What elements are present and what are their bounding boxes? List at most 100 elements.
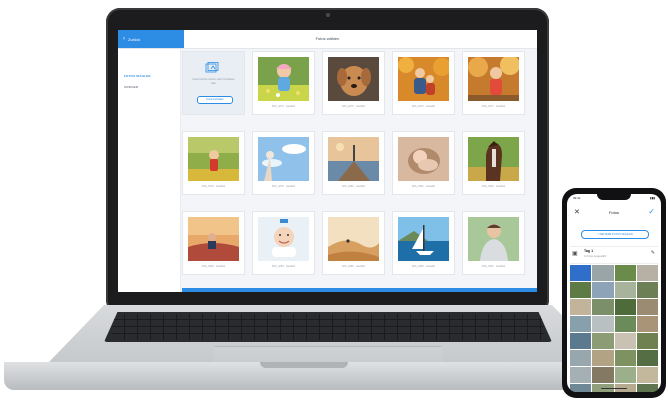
sidebar-item-ordner[interactable]: ORDNER bbox=[124, 85, 138, 89]
photo-thumbnail[interactable] bbox=[258, 217, 309, 261]
phone-photo-thumbnail[interactable] bbox=[570, 367, 592, 383]
photo-caption: IMG_0281 · Gewählt bbox=[411, 185, 436, 188]
laptop-screen: ‹ Zurück Fotos wählen FOTOS WÄHLEN ORDNE… bbox=[118, 30, 537, 292]
phone-photo-thumbnail[interactable] bbox=[592, 282, 614, 298]
phone-photo-thumbnail[interactable] bbox=[614, 316, 636, 332]
phone-photo-thumbnail[interactable] bbox=[570, 299, 592, 315]
phone: 09:41 ▮▮▮ ✕ Fotos ✓ + WEITERE FOTOS WÄHL… bbox=[562, 188, 666, 398]
photo-thumbnail[interactable] bbox=[258, 137, 309, 181]
photo-thumbnail[interactable] bbox=[468, 217, 519, 261]
status-time: 09:41 bbox=[573, 196, 581, 200]
photo-thumbnail[interactable] bbox=[468, 57, 519, 101]
phone-photo-thumbnail[interactable] bbox=[592, 316, 614, 332]
phone-photo-thumbnail[interactable] bbox=[636, 350, 658, 366]
phone-status-bar: 09:41 ▮▮▮ bbox=[567, 196, 661, 202]
phone-photo-thumbnail[interactable] bbox=[636, 367, 658, 383]
photo-caption: IMG_0287 · Gewählt bbox=[481, 265, 506, 268]
photo-thumbnail[interactable] bbox=[328, 217, 379, 261]
phone-photo-thumbnail[interactable] bbox=[592, 299, 614, 315]
phone-photo-thumbnail[interactable] bbox=[614, 367, 636, 383]
upload-or: oder bbox=[210, 81, 217, 85]
photo-tile[interactable]: IMG_0278 · Gewählt bbox=[182, 131, 245, 195]
album-subtitle: 12 Fotos ausgewählt bbox=[584, 255, 607, 258]
phone-photo-thumbnail[interactable] bbox=[570, 384, 592, 392]
phone-photo-thumbnail[interactable] bbox=[592, 350, 614, 366]
phone-photo-thumbnail[interactable] bbox=[570, 316, 592, 332]
phone-photo-thumbnail[interactable] bbox=[636, 333, 658, 349]
keyboard bbox=[104, 312, 552, 342]
photo-thumbnail[interactable] bbox=[398, 217, 449, 261]
photo-tile[interactable]: IMG_0275 · Gewählt bbox=[322, 51, 385, 115]
phone-photo-thumbnail[interactable] bbox=[614, 265, 636, 281]
upload-photos-icon bbox=[205, 62, 219, 73]
phone-photo-thumbnail[interactable] bbox=[614, 333, 636, 349]
photo-caption: IMG_0280 · Gewählt bbox=[341, 185, 366, 188]
add-photos-button[interactable]: + WEITERE FOTOS WÄHLEN bbox=[581, 230, 649, 239]
page-title: Fotos wählen bbox=[315, 36, 340, 41]
phone-photo-thumbnail[interactable] bbox=[636, 384, 658, 392]
photo-tile[interactable]: IMG_0277 · Gewählt bbox=[462, 51, 525, 115]
photo-caption: IMG_0277 · Gewählt bbox=[481, 105, 506, 108]
laptop-lip bbox=[260, 362, 348, 368]
status-icons: ▮▮▮ bbox=[650, 196, 655, 200]
photo-tile[interactable]: IMG_0279 · Gewählt bbox=[252, 131, 315, 195]
phone-nav: ✕ Fotos ✓ bbox=[567, 206, 661, 220]
photo-grid: Fotos hierher ziehen oder hochladen oder F… bbox=[182, 51, 534, 291]
phone-photo-thumbnail[interactable] bbox=[592, 333, 614, 349]
photo-caption: IMG_0276 · Gewählt bbox=[411, 105, 436, 108]
upload-button[interactable]: Fotos hochladen bbox=[197, 96, 233, 104]
photo-caption: IMG_0275 · Gewählt bbox=[341, 105, 366, 108]
photo-tile[interactable]: IMG_0284 · Gewählt bbox=[252, 211, 315, 275]
phone-photo-thumbnail[interactable] bbox=[614, 299, 636, 315]
phone-photo-thumbnail[interactable] bbox=[614, 282, 636, 298]
upload-tile[interactable]: Fotos hierher ziehen oder hochladen oder F… bbox=[182, 51, 245, 115]
photo-thumbnail[interactable] bbox=[468, 137, 519, 181]
confirm-check-icon[interactable]: ✓ bbox=[648, 207, 655, 216]
folder-icon: ▣ bbox=[572, 251, 578, 257]
laptop-lid: ‹ Zurück Fotos wählen FOTOS WÄHLEN ORDNE… bbox=[106, 8, 549, 314]
home-indicator bbox=[601, 387, 627, 389]
photo-caption: IMG_0278 · Gewählt bbox=[201, 185, 226, 188]
photo-thumbnail[interactable] bbox=[398, 137, 449, 181]
photo-tile[interactable]: IMG_0282 · Gewählt bbox=[462, 131, 525, 195]
phone-screen: 09:41 ▮▮▮ ✕ Fotos ✓ + WEITERE FOTOS WÄHL… bbox=[567, 194, 661, 392]
phone-photo-thumbnail[interactable] bbox=[636, 316, 658, 332]
phone-photo-thumbnail[interactable] bbox=[570, 282, 592, 298]
phone-photo-thumbnail[interactable] bbox=[570, 350, 592, 366]
phone-photo-thumbnail[interactable] bbox=[614, 350, 636, 366]
phone-photo-thumbnail[interactable] bbox=[570, 333, 592, 349]
photo-tile[interactable]: IMG_0286 · Gewählt bbox=[392, 211, 455, 275]
photo-thumbnail[interactable] bbox=[328, 137, 379, 181]
app-header: ‹ Zurück Fotos wählen bbox=[118, 30, 537, 49]
photo-caption: IMG_0286 · Gewählt bbox=[411, 265, 436, 268]
phone-photo-grid bbox=[570, 265, 658, 392]
photo-caption: IMG_0284 · Gewählt bbox=[271, 265, 296, 268]
phone-photo-thumbnail[interactable] bbox=[570, 265, 592, 281]
photo-tile[interactable]: IMG_0287 · Gewählt bbox=[462, 211, 525, 275]
photo-caption: IMG_0282 · Gewählt bbox=[481, 185, 506, 188]
phone-photo-thumbnail[interactable] bbox=[592, 265, 614, 281]
bottom-action-bar[interactable] bbox=[182, 288, 537, 292]
photo-tile[interactable]: IMG_0283 · Gewählt bbox=[182, 211, 245, 275]
album-row[interactable]: ▣ Tag 1 12 Fotos ausgewählt ✎ bbox=[570, 246, 658, 264]
phone-photo-thumbnail[interactable] bbox=[592, 367, 614, 383]
photo-tile[interactable]: IMG_0285 · Gewählt bbox=[322, 211, 385, 275]
photo-thumbnail[interactable] bbox=[398, 57, 449, 101]
phone-title: Fotos bbox=[608, 210, 619, 215]
phone-photo-thumbnail[interactable] bbox=[636, 299, 658, 315]
photo-tile[interactable]: IMG_0276 · Gewählt bbox=[392, 51, 455, 115]
upload-hint: Fotos hierher ziehen oder hochladen oder bbox=[187, 78, 240, 85]
phone-photo-thumbnail[interactable] bbox=[636, 265, 658, 281]
photo-tile[interactable]: IMG_0274 · Gewählt bbox=[252, 51, 315, 115]
photo-tile[interactable]: IMG_0281 · Gewählt bbox=[392, 131, 455, 195]
photo-thumbnail[interactable] bbox=[328, 57, 379, 101]
photo-caption: IMG_0283 · Gewählt bbox=[201, 265, 226, 268]
edit-icon[interactable]: ✎ bbox=[651, 250, 655, 256]
phone-photo-thumbnail[interactable] bbox=[636, 282, 658, 298]
sidebar-item-fotos-waehlen[interactable]: FOTOS WÄHLEN bbox=[124, 74, 151, 78]
photo-thumbnail[interactable] bbox=[188, 217, 239, 261]
photo-caption: IMG_0279 · Gewählt bbox=[271, 185, 296, 188]
photo-thumbnail[interactable] bbox=[188, 137, 239, 181]
photo-thumbnail[interactable] bbox=[258, 57, 309, 101]
photo-tile[interactable]: IMG_0280 · Gewählt bbox=[322, 131, 385, 195]
